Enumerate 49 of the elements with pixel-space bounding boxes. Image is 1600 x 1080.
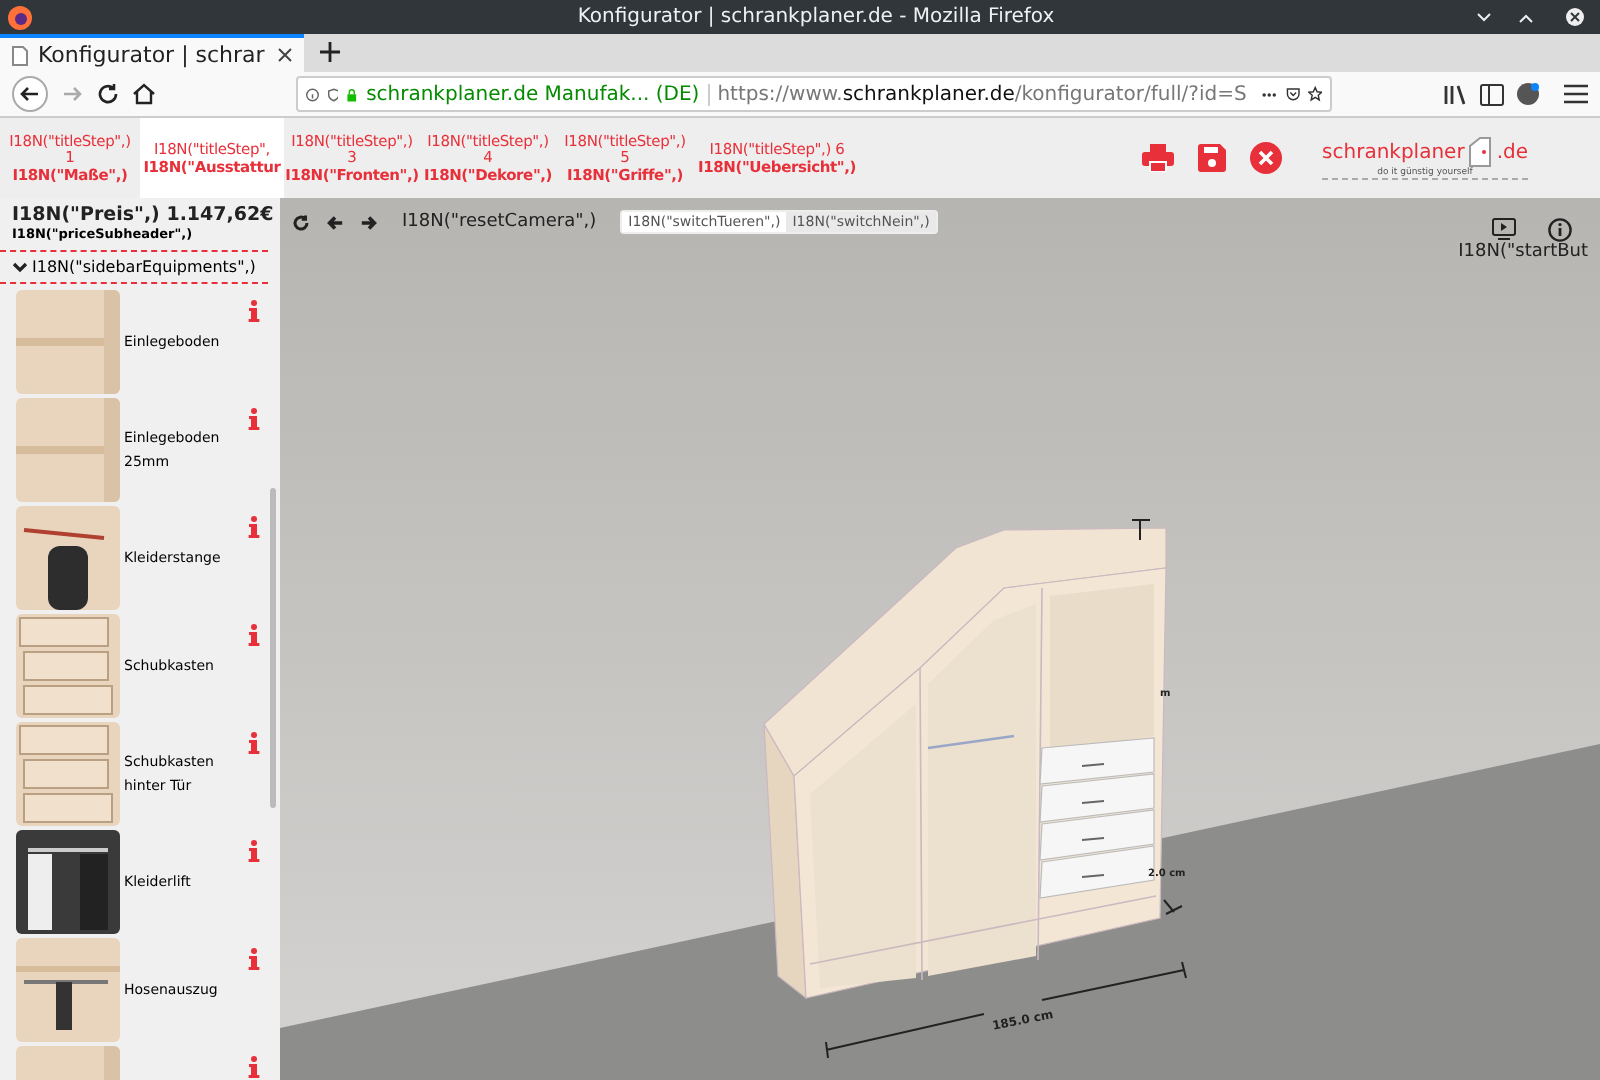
scrollbar[interactable] bbox=[270, 488, 276, 808]
pocket-icon[interactable] bbox=[1285, 84, 1300, 104]
info-icon[interactable] bbox=[248, 1056, 260, 1078]
start-button[interactable]: I18N("startBut bbox=[1458, 242, 1588, 262]
star-icon[interactable] bbox=[1307, 84, 1322, 104]
arrow-left-icon[interactable] bbox=[326, 213, 344, 231]
info-icon[interactable] bbox=[248, 300, 260, 322]
info-icon[interactable] bbox=[248, 732, 260, 754]
info-icon[interactable] bbox=[248, 624, 260, 646]
page-icon bbox=[12, 45, 28, 65]
print-icon[interactable] bbox=[1142, 144, 1175, 172]
info-icon[interactable] bbox=[1548, 218, 1572, 242]
sidebar-icon[interactable] bbox=[1480, 83, 1504, 105]
back-icon[interactable] bbox=[12, 76, 48, 112]
shield-icon bbox=[327, 85, 339, 103]
window-title: Konfigurator | schrankplaner.de - Mozilla Firefox bbox=[577, 6, 1055, 28]
section-title: I18N("sidebarEquipments",) bbox=[32, 258, 256, 276]
maximize-icon[interactable] bbox=[1518, 12, 1534, 24]
home-icon[interactable] bbox=[132, 82, 156, 106]
more-icon[interactable] bbox=[1262, 91, 1278, 97]
logo-tld: .de bbox=[1496, 141, 1528, 163]
browser-logo-icon bbox=[8, 5, 32, 29]
info-icon bbox=[306, 85, 319, 103]
address-field[interactable]: schrankplaner.de Manufak... (DE) https://www.schrankplaner.de/konfigurator/full/?id=S bbox=[296, 76, 1332, 112]
wardrobe-icon bbox=[1468, 136, 1493, 168]
reload-icon[interactable] bbox=[96, 82, 120, 106]
reset-camera-button[interactable]: I18N("resetCamera",) bbox=[402, 212, 597, 232]
logo-name: schrankplaner bbox=[1322, 141, 1465, 163]
price: I18N("Preis",) 1.147,62€ bbox=[10, 202, 276, 226]
dimension-line bbox=[1131, 519, 1151, 541]
menu-icon[interactable] bbox=[1564, 84, 1588, 104]
account-icon[interactable] bbox=[1516, 82, 1540, 106]
minimize-icon[interactable] bbox=[1476, 12, 1492, 24]
close-icon[interactable] bbox=[278, 48, 292, 62]
section-header[interactable]: I18N("sidebarEquipments",) bbox=[0, 252, 268, 284]
close-icon[interactable] bbox=[1566, 8, 1584, 26]
lock-icon bbox=[346, 85, 359, 103]
arrow-right-icon[interactable] bbox=[360, 213, 378, 231]
info-icon[interactable] bbox=[248, 408, 260, 430]
save-icon[interactable] bbox=[1198, 144, 1227, 172]
dimension-line bbox=[1163, 899, 1183, 915]
info-icon[interactable] bbox=[248, 516, 260, 538]
browser-tab[interactable]: Konfigurator | schrar bbox=[0, 34, 304, 72]
info-icon[interactable] bbox=[248, 948, 260, 970]
library-icon[interactable] bbox=[1444, 83, 1468, 105]
new-tab-icon[interactable] bbox=[320, 42, 340, 62]
play-icon[interactable] bbox=[1492, 218, 1516, 240]
info-icon[interactable] bbox=[248, 840, 260, 862]
reset-icon[interactable] bbox=[292, 213, 310, 231]
